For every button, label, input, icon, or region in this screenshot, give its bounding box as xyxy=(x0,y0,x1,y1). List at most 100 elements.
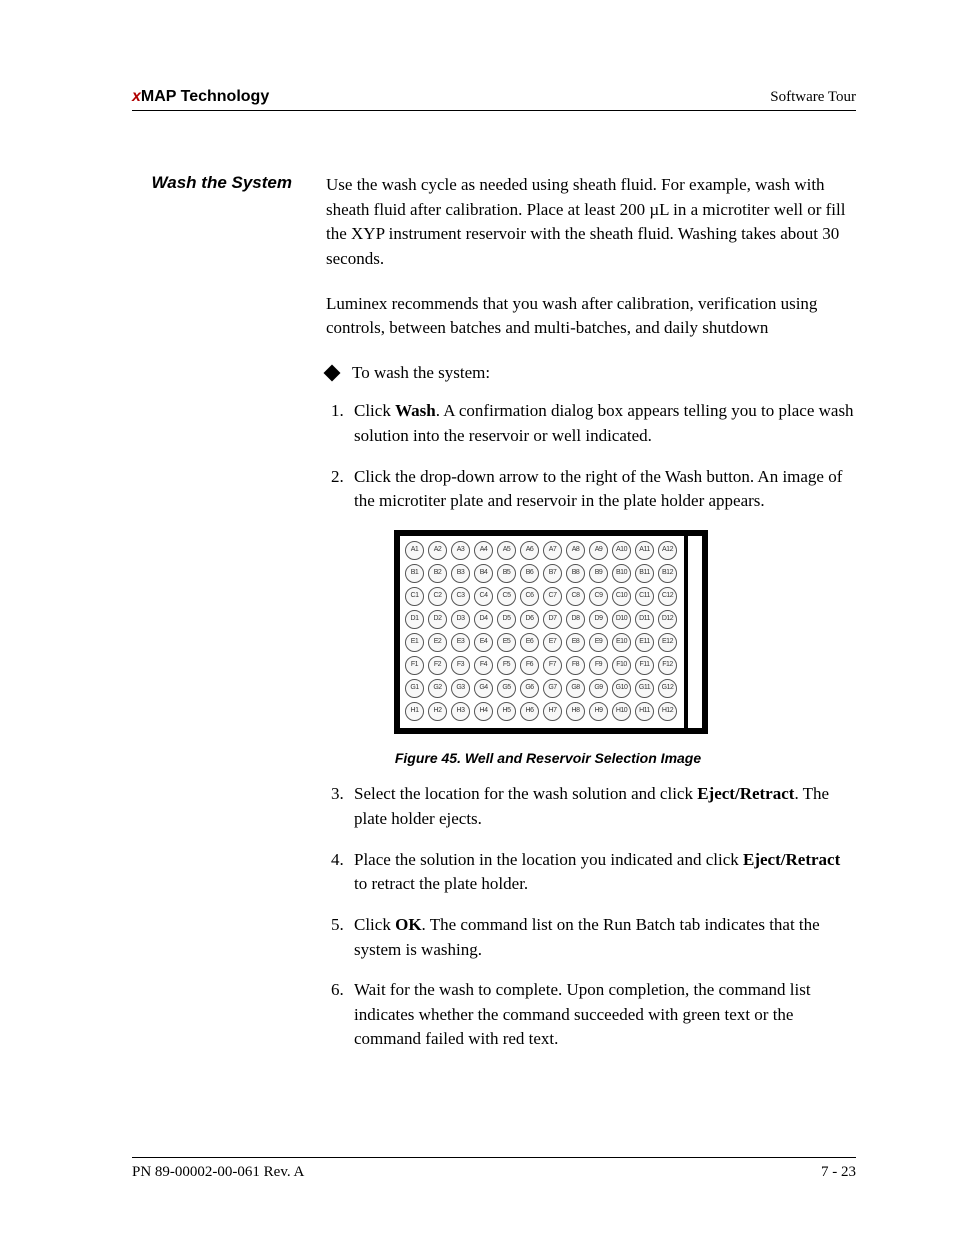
well-G7: G7 xyxy=(543,679,562,698)
reservoir-strip xyxy=(688,536,702,728)
well-D11: D11 xyxy=(635,610,654,629)
well-H4: H4 xyxy=(474,702,493,721)
figure-45: A1A2A3A4A5A6A7A8A9A10A11A12B1B2B3B4B5B6B… xyxy=(394,530,702,768)
well-G3: G3 xyxy=(451,679,470,698)
well-A5: A5 xyxy=(497,541,516,560)
well-G10: G10 xyxy=(612,679,631,698)
well-C12: C12 xyxy=(658,587,677,606)
well-D10: D10 xyxy=(612,610,631,629)
well-E5: E5 xyxy=(497,633,516,652)
well-H3: H3 xyxy=(451,702,470,721)
well-E8: E8 xyxy=(566,633,585,652)
well-E12: E12 xyxy=(658,633,677,652)
well-A3: A3 xyxy=(451,541,470,560)
well-H12: H12 xyxy=(658,702,677,721)
well-D4: D4 xyxy=(474,610,493,629)
step-6: Wait for the wash to complete. Upon comp… xyxy=(348,978,856,1052)
steps-list: Click Wash. A confirmation dialog box ap… xyxy=(326,399,856,514)
well-F7: F7 xyxy=(543,656,562,675)
procedure-heading: To wash the system: xyxy=(326,361,856,386)
well-A7: A7 xyxy=(543,541,562,560)
well-C3: C3 xyxy=(451,587,470,606)
well-H11: H11 xyxy=(635,702,654,721)
well-A9: A9 xyxy=(589,541,608,560)
well-E11: E11 xyxy=(635,633,654,652)
well-E9: E9 xyxy=(589,633,608,652)
steps-list-cont: Select the location for the wash solutio… xyxy=(326,782,856,1052)
step-3: Select the location for the wash solutio… xyxy=(348,782,856,831)
well-A8: A8 xyxy=(566,541,585,560)
well-G6: G6 xyxy=(520,679,539,698)
footer-right: 7 - 23 xyxy=(821,1164,856,1181)
well-H5: H5 xyxy=(497,702,516,721)
well-C4: C4 xyxy=(474,587,493,606)
plate-image: A1A2A3A4A5A6A7A8A9A10A11A12B1B2B3B4B5B6B… xyxy=(394,530,708,734)
well-E6: E6 xyxy=(520,633,539,652)
well-D3: D3 xyxy=(451,610,470,629)
well-B2: B2 xyxy=(428,564,447,583)
well-G4: G4 xyxy=(474,679,493,698)
well-C11: C11 xyxy=(635,587,654,606)
well-H10: H10 xyxy=(612,702,631,721)
brand-x: x xyxy=(132,88,141,105)
well-A10: A10 xyxy=(612,541,631,560)
well-B1: B1 xyxy=(405,564,424,583)
well-H8: H8 xyxy=(566,702,585,721)
well-C7: C7 xyxy=(543,587,562,606)
well-H2: H2 xyxy=(428,702,447,721)
well-B4: B4 xyxy=(474,564,493,583)
well-C8: C8 xyxy=(566,587,585,606)
well-A6: A6 xyxy=(520,541,539,560)
well-F2: F2 xyxy=(428,656,447,675)
well-B12: B12 xyxy=(658,564,677,583)
well-F8: F8 xyxy=(566,656,585,675)
well-G8: G8 xyxy=(566,679,585,698)
well-D2: D2 xyxy=(428,610,447,629)
well-D8: D8 xyxy=(566,610,585,629)
well-H9: H9 xyxy=(589,702,608,721)
well-C9: C9 xyxy=(589,587,608,606)
well-grid: A1A2A3A4A5A6A7A8A9A10A11A12B1B2B3B4B5B6B… xyxy=(400,536,684,728)
well-G12: G12 xyxy=(658,679,677,698)
well-C10: C10 xyxy=(612,587,631,606)
well-E7: E7 xyxy=(543,633,562,652)
well-B6: B6 xyxy=(520,564,539,583)
paragraph-1: Use the wash cycle as needed using sheat… xyxy=(326,173,856,272)
well-F6: F6 xyxy=(520,656,539,675)
well-F3: F3 xyxy=(451,656,470,675)
well-F5: F5 xyxy=(497,656,516,675)
well-B9: B9 xyxy=(589,564,608,583)
well-D9: D9 xyxy=(589,610,608,629)
well-E2: E2 xyxy=(428,633,447,652)
well-F10: F10 xyxy=(612,656,631,675)
well-D12: D12 xyxy=(658,610,677,629)
well-G9: G9 xyxy=(589,679,608,698)
well-F11: F11 xyxy=(635,656,654,675)
well-F4: F4 xyxy=(474,656,493,675)
header-brand: xMAP Technology xyxy=(132,88,269,106)
header-section: Software Tour xyxy=(770,89,856,106)
well-G2: G2 xyxy=(428,679,447,698)
well-A1: A1 xyxy=(405,541,424,560)
well-E4: E4 xyxy=(474,633,493,652)
section-title: Wash the System xyxy=(132,173,302,193)
well-E1: E1 xyxy=(405,633,424,652)
well-C6: C6 xyxy=(520,587,539,606)
well-G11: G11 xyxy=(635,679,654,698)
section-body: Use the wash cycle as needed using sheat… xyxy=(326,173,856,1068)
well-A12: A12 xyxy=(658,541,677,560)
well-C5: C5 xyxy=(497,587,516,606)
well-B5: B5 xyxy=(497,564,516,583)
figure-caption: Figure 45. Well and Reservoir Selection … xyxy=(394,748,702,768)
well-F1: F1 xyxy=(405,656,424,675)
well-B10: B10 xyxy=(612,564,631,583)
well-C1: C1 xyxy=(405,587,424,606)
well-G5: G5 xyxy=(497,679,516,698)
well-C2: C2 xyxy=(428,587,447,606)
well-E3: E3 xyxy=(451,633,470,652)
step-4: Place the solution in the location you i… xyxy=(348,848,856,897)
well-F9: F9 xyxy=(589,656,608,675)
step-1: Click Wash. A confirmation dialog box ap… xyxy=(348,399,856,448)
well-D1: D1 xyxy=(405,610,424,629)
well-B7: B7 xyxy=(543,564,562,583)
